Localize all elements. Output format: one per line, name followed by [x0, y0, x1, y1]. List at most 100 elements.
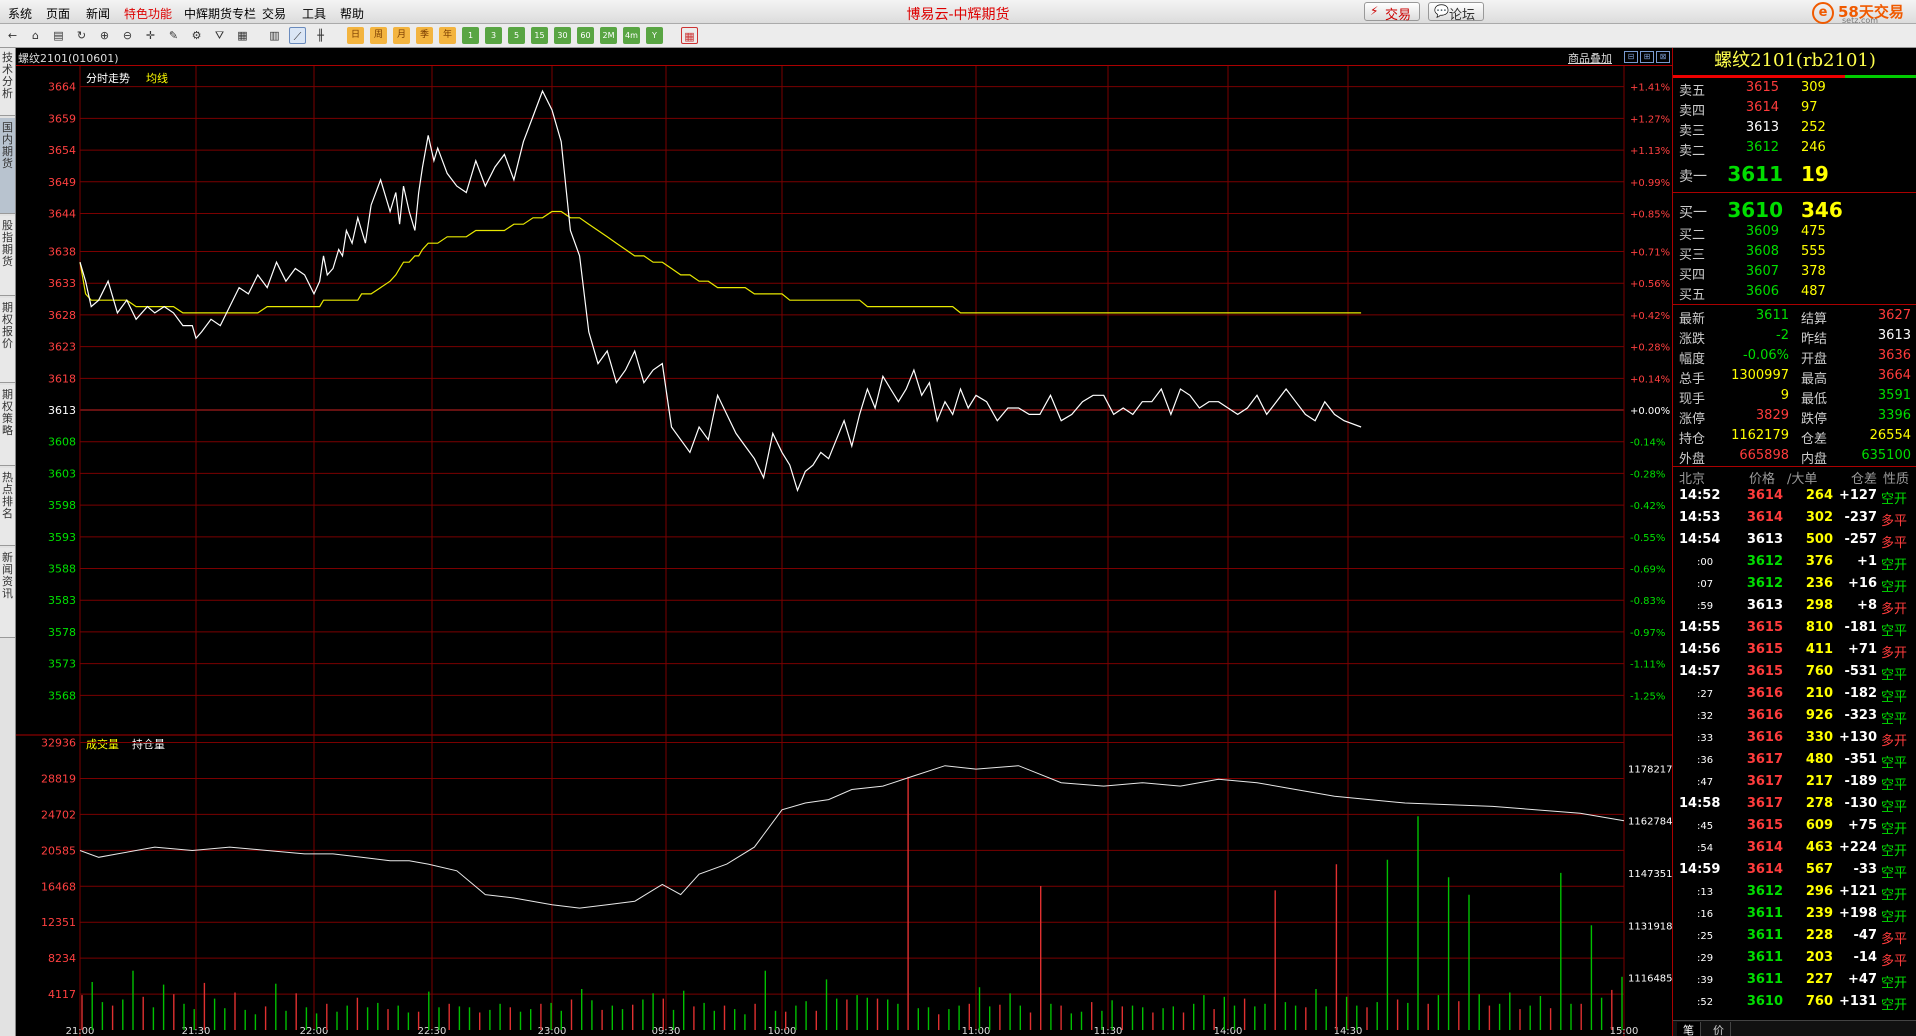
price-tick-label: 3649	[48, 176, 76, 189]
stat-label: 内盘	[1801, 452, 1828, 467]
brand-logo-icon: e	[1812, 2, 1834, 24]
commodity-overlay-link[interactable]: 商品叠加	[1568, 50, 1612, 66]
side-tab-0[interactable]: 技术分析	[0, 48, 15, 116]
side-tab-6[interactable]: 新闻资讯	[0, 548, 15, 638]
zoom-out-icon[interactable]: ⊖	[119, 27, 136, 44]
tick-volume: 203	[1805, 950, 1833, 965]
tick-tab-1[interactable]: 价	[1707, 1022, 1731, 1036]
side-tab-1[interactable]: 国内期货	[0, 118, 15, 214]
price-tick-label: 3613	[48, 404, 76, 417]
crosshair-icon[interactable]: ✛	[142, 27, 159, 44]
tick-volume: 411	[1805, 642, 1833, 657]
time-tick-label: 21:30	[182, 1026, 211, 1036]
table-icon[interactable]: ▥	[266, 27, 283, 44]
period-button-2[interactable]: 月	[393, 27, 410, 44]
volume-tick-label: 24702	[41, 808, 76, 821]
period-button-0[interactable]: 日	[347, 27, 364, 44]
ask-label: 卖二	[1679, 144, 1706, 159]
calculator-icon[interactable]: ▦	[234, 27, 251, 44]
volume-legend-tab[interactable]: 成交量	[86, 737, 119, 751]
tick-kind: 多开	[1881, 602, 1908, 617]
volume-tick-label: 28819	[41, 772, 76, 785]
gear-icon[interactable]: ⚙	[188, 27, 205, 44]
forum-label: 论坛	[1449, 8, 1476, 23]
tick-tab-0[interactable]: 笔	[1677, 1022, 1701, 1036]
tick-volume: 480	[1805, 752, 1833, 767]
tick-kind: 空平	[1881, 712, 1908, 727]
tick-price: 3613	[1746, 598, 1783, 613]
tick-oi-diff: -257	[1844, 532, 1877, 547]
ask-price: 3612	[1745, 140, 1779, 155]
period-button-1[interactable]: 周	[370, 27, 387, 44]
tick-price: 3614	[1746, 840, 1783, 855]
period-button-5[interactable]: 1	[462, 27, 479, 44]
back-arrow-icon[interactable]: ←	[4, 27, 21, 44]
tick-price: 3616	[1746, 730, 1783, 745]
period-button-6[interactable]: 3	[485, 27, 502, 44]
side-tab-4[interactable]: 期权策略	[0, 385, 15, 466]
window-close-button[interactable]: ⊠	[1656, 51, 1670, 63]
oi-legend-tab[interactable]: 持仓量	[132, 737, 165, 751]
bid-label: 买二	[1679, 228, 1706, 243]
tick-price: 3612	[1746, 554, 1783, 569]
time-tick-label: 22:30	[418, 1026, 447, 1036]
period-button-3[interactable]: 季	[416, 27, 433, 44]
price-tick-label: 3618	[48, 372, 76, 385]
pct-tick-label: +1.27%	[1630, 114, 1670, 125]
side-tab-2[interactable]: 股指期货	[0, 216, 15, 296]
tick-oi-diff: +131	[1838, 994, 1877, 1009]
window-maximize-button[interactable]: ⊞	[1640, 51, 1654, 63]
tick-volume: 376	[1805, 554, 1833, 569]
line-chart-icon[interactable]: ⟋	[289, 27, 306, 44]
window-minimize-button[interactable]: ⊟	[1624, 51, 1638, 63]
tick-price: 3615	[1746, 818, 1783, 833]
ticks-divider	[1673, 466, 1916, 467]
trade-button[interactable]: ⚡ 交易	[1364, 2, 1421, 23]
side-tab-5[interactable]: 热点排名	[0, 468, 15, 546]
period-button-7[interactable]: 5	[508, 27, 525, 44]
tick-oi-diff: -181	[1844, 620, 1877, 635]
tick-price: 3610	[1746, 994, 1783, 1009]
pct-tick-label: +0.99%	[1630, 178, 1670, 189]
tick-oi-diff: +71	[1848, 642, 1877, 657]
period-button-12[interactable]: 4m	[623, 27, 640, 44]
stat-label: 持仓	[1679, 432, 1706, 447]
tick-price: 3614	[1746, 488, 1783, 503]
tick-header-time: 北京	[1679, 472, 1706, 487]
period-button-8[interactable]: 15	[531, 27, 548, 44]
tick-oi-diff: -33	[1853, 862, 1878, 877]
forum-button[interactable]: 💬 论坛	[1428, 2, 1485, 23]
tick-kind: 空开	[1881, 888, 1908, 903]
pct-tick-label: -1.25%	[1630, 691, 1665, 702]
period-button-13[interactable]: Y	[646, 27, 663, 44]
home-icon[interactable]: ⌂	[27, 27, 44, 44]
tick-volume: 217	[1805, 774, 1833, 789]
calendar-icon[interactable]: ▦	[681, 27, 698, 44]
side-tab-label: 技术分析	[2, 51, 13, 100]
stat-value: 3611	[1755, 308, 1789, 323]
intraday-chart[interactable]: 3664 +1.41% 3659 +1.27% 3654 +1.13% 3649 +0.99%…	[16, 66, 1672, 1036]
bid-volume: 346	[1801, 198, 1843, 222]
period-button-11[interactable]: 2M	[600, 27, 617, 44]
tick-price: 3614	[1746, 862, 1783, 877]
kline-icon[interactable]: ╫	[312, 27, 329, 44]
bid-price: 3606	[1745, 284, 1779, 299]
side-tab-3[interactable]: 期权报价	[0, 298, 15, 383]
tick-kind: 空开	[1881, 998, 1908, 1013]
zoom-in-icon[interactable]: ⊕	[96, 27, 113, 44]
bid-label: 买三	[1679, 248, 1706, 263]
draw-pen-icon[interactable]: ✎	[165, 27, 182, 44]
instrument-code: 螺纹2101(010601)	[18, 52, 119, 65]
period-button-10[interactable]: 60	[577, 27, 594, 44]
period-button-9[interactable]: 30	[554, 27, 571, 44]
ask-volume: 97	[1801, 100, 1818, 115]
tick-time: 14:59	[1679, 862, 1721, 877]
open-icon[interactable]: ▤	[50, 27, 67, 44]
refresh-icon[interactable]: ↻	[73, 27, 90, 44]
pct-tick-label: -0.55%	[1630, 533, 1665, 544]
price-legend-tab[interactable]: 分时走势	[86, 72, 130, 85]
period-button-4[interactable]: 年	[439, 27, 456, 44]
tick-time: :29	[1697, 953, 1714, 964]
filter-icon[interactable]: ⛛	[211, 27, 228, 44]
avg-legend-tab[interactable]: 均线	[146, 71, 168, 85]
